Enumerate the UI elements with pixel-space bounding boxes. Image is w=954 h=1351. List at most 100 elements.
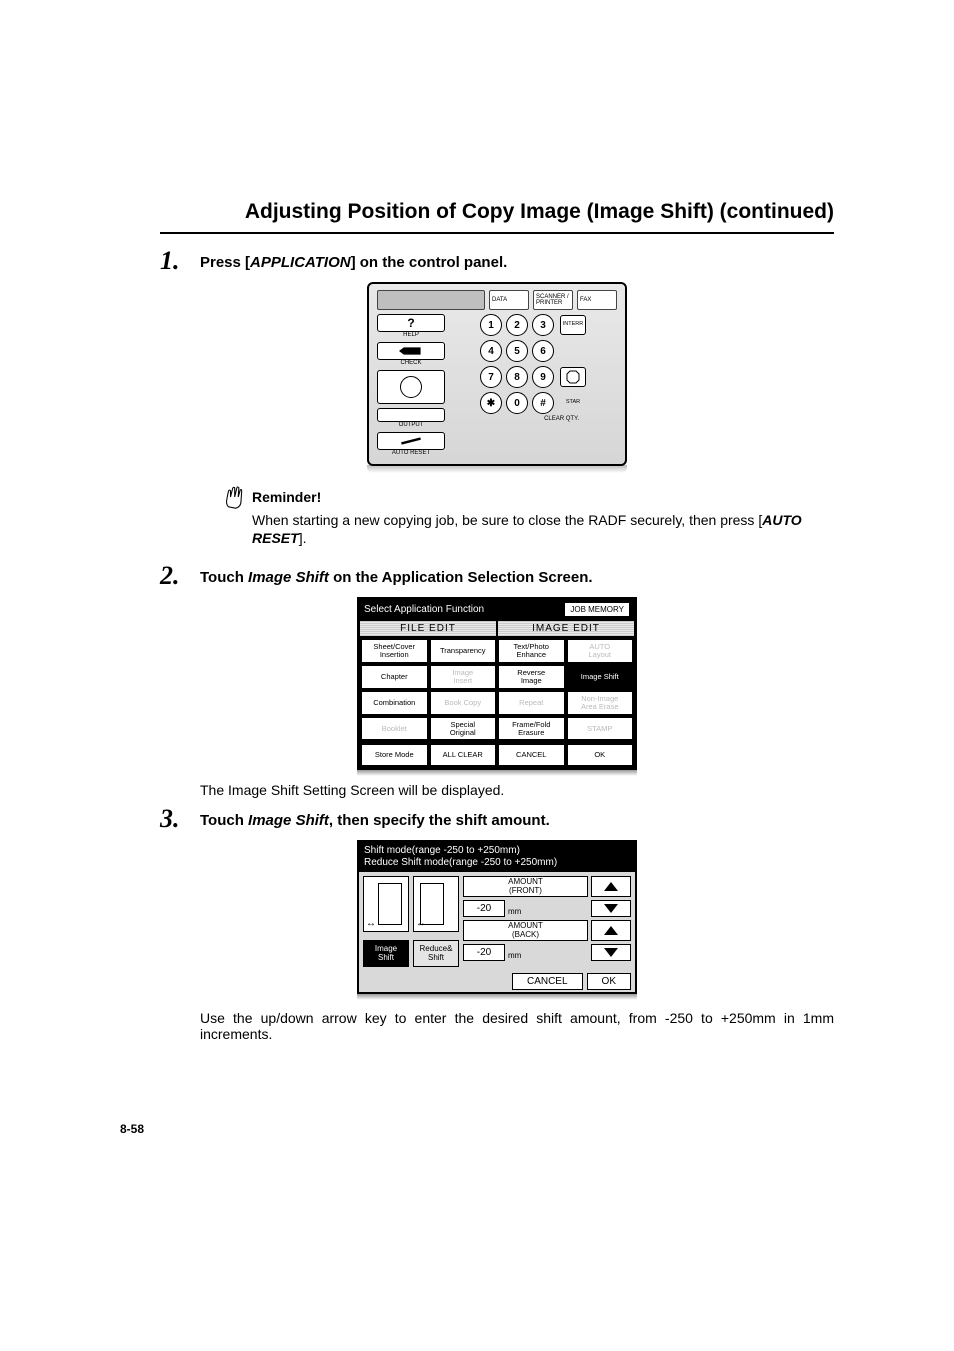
check-button[interactable] [377, 342, 445, 360]
start-label: STAR [566, 400, 580, 406]
key-6[interactable]: 6 [532, 340, 554, 362]
store-mode-button[interactable]: Store Mode [361, 744, 428, 766]
fax-indicator: FAX [577, 290, 617, 310]
key-asterisk[interactable]: ✱ [480, 392, 502, 414]
cell-auto-layout[interactable]: AUTOLayout [567, 639, 634, 663]
reminder-pre: When starting a new copying job, be sure… [252, 512, 762, 528]
reminder-label: Reminder! [252, 490, 321, 504]
page-number: 8-58 [120, 1122, 834, 1136]
cell-booklet[interactable]: Booklet [361, 717, 428, 741]
preview-front: ↔ [363, 876, 409, 932]
reminder-post: ]. [299, 530, 307, 546]
image-shift-mode-button[interactable]: ImageShift [363, 940, 409, 967]
cell-chapter[interactable]: Chapter [361, 665, 428, 689]
scanner-printer-indicator: SCANNER / PRINTER [533, 290, 573, 310]
key-9[interactable]: 9 [532, 366, 554, 388]
control-panel-figure: DATA SCANNER / PRINTER FAX ? HELP CHECK [367, 282, 627, 473]
step-3-post: , then specify the shift amount. [329, 812, 550, 829]
cell-text-photo[interactable]: Text/PhotoEnhance [498, 639, 565, 663]
step-1-number: 1. [160, 248, 200, 274]
stop-button[interactable] [560, 367, 586, 387]
step-2-post: on the Application Selection Screen. [329, 569, 593, 586]
amount-front-label: AMOUNT(FRONT) [463, 876, 588, 897]
step-2-keyword: Image Shift [248, 569, 329, 586]
tab-image-edit[interactable]: IMAGE EDIT [497, 620, 635, 637]
key-3[interactable]: 3 [532, 314, 554, 336]
key-4[interactable]: 4 [480, 340, 502, 362]
cell-book-copy[interactable]: Book Copy [430, 691, 497, 715]
after-step-3-text: Use the up/down arrow key to enter the d… [200, 1010, 834, 1042]
key-1[interactable]: 1 [480, 314, 502, 336]
stop-icon [566, 370, 580, 384]
cell-sheet-cover[interactable]: Sheet/CoverInsertion [361, 639, 428, 663]
mode-dial[interactable] [377, 370, 445, 404]
step-3-keyword: Image Shift [248, 812, 329, 829]
output-button[interactable] [377, 408, 445, 422]
key-0[interactable]: 0 [506, 392, 528, 414]
back-value: -20 [463, 944, 505, 961]
step-3-pre: Touch [200, 812, 248, 829]
arrow-icon: ↔ [416, 918, 426, 929]
back-down-button[interactable] [591, 944, 631, 961]
step-3-number: 3. [160, 806, 200, 832]
fig3-head-line2: Reduce Shift mode(range -250 to +250mm) [364, 857, 630, 869]
fig3-cancel-button[interactable]: CANCEL [512, 973, 583, 990]
triangle-down-icon [604, 948, 618, 957]
preview-back: ↔ [413, 876, 459, 932]
reset-icon [399, 436, 423, 446]
ok-button[interactable]: OK [567, 744, 634, 766]
front-up-button[interactable] [591, 876, 631, 897]
fig2-title: Select Application Function [364, 604, 484, 615]
reminder-body: When starting a new copying job, be sure… [252, 511, 834, 547]
help-button[interactable]: ? [377, 314, 445, 332]
step-2-text: Touch Image Shift on the Application Sel… [200, 563, 593, 586]
lcd-screen [377, 290, 485, 310]
fig3-ok-button[interactable]: OK [587, 973, 631, 990]
cell-non-image-erase[interactable]: Non-ImageArea Erase [567, 691, 634, 715]
cell-special-original[interactable]: SpecialOriginal [430, 717, 497, 741]
step-1-keyword: APPLICATION [250, 254, 351, 271]
page-title: Adjusting Position of Copy Image (Image … [160, 200, 834, 234]
auto-reset-button[interactable] [377, 432, 445, 450]
interrupt-button[interactable]: INTERR [560, 315, 586, 335]
application-selection-figure: Select Application Function JOB MEMORY F… [357, 597, 637, 776]
tab-file-edit[interactable]: FILE EDIT [359, 620, 497, 637]
check-label: CHECK [377, 360, 445, 366]
arrow-icon: ↔ [366, 918, 376, 929]
cancel-button[interactable]: CANCEL [498, 744, 565, 766]
pencil-icon [399, 346, 423, 356]
output-label: OUTPUT [377, 422, 445, 428]
mm-unit: mm [508, 951, 521, 961]
triangle-up-icon [604, 882, 618, 891]
cell-stamp[interactable]: STAMP [567, 717, 634, 741]
reduce-shift-mode-button[interactable]: Reduce&Shift [413, 940, 459, 967]
back-up-button[interactable] [591, 920, 631, 941]
step-1-text: Press [APPLICATION] on the control panel… [200, 248, 507, 271]
step-2-number: 2. [160, 563, 200, 589]
key-7[interactable]: 7 [480, 366, 502, 388]
after-step-2-text: The Image Shift Setting Screen will be d… [200, 782, 834, 798]
key-5[interactable]: 5 [506, 340, 528, 362]
front-down-button[interactable] [591, 900, 631, 917]
all-clear-button[interactable]: ALL CLEAR [430, 744, 497, 766]
key-hash[interactable]: # [532, 392, 554, 414]
triangle-up-icon [604, 926, 618, 935]
job-memory-button[interactable]: JOB MEMORY [564, 602, 630, 617]
cell-image-insert[interactable]: ImageInsert [430, 665, 497, 689]
step-3: 3. Touch Image Shift, then specify the s… [160, 806, 834, 832]
key-2[interactable]: 2 [506, 314, 528, 336]
cell-image-shift[interactable]: Image Shift [567, 665, 634, 689]
front-value: -20 [463, 900, 505, 917]
cell-frame-fold[interactable]: Frame/FoldErasure [498, 717, 565, 741]
step-2-pre: Touch [200, 569, 248, 586]
key-8[interactable]: 8 [506, 366, 528, 388]
auto-reset-label: AUTO RESET [377, 450, 445, 456]
fig3-head-line1: Shift mode(range -250 to +250mm) [364, 845, 630, 857]
cell-reverse-image[interactable]: ReverseImage [498, 665, 565, 689]
step-1-post: ] on the control panel. [351, 254, 508, 271]
cell-transparency[interactable]: Transparency [430, 639, 497, 663]
cell-combination[interactable]: Combination [361, 691, 428, 715]
step-1-pre: Press [ [200, 254, 250, 271]
cell-repeat[interactable]: Repeat [498, 691, 565, 715]
step-1: 1. Press [APPLICATION] on the control pa… [160, 248, 834, 274]
